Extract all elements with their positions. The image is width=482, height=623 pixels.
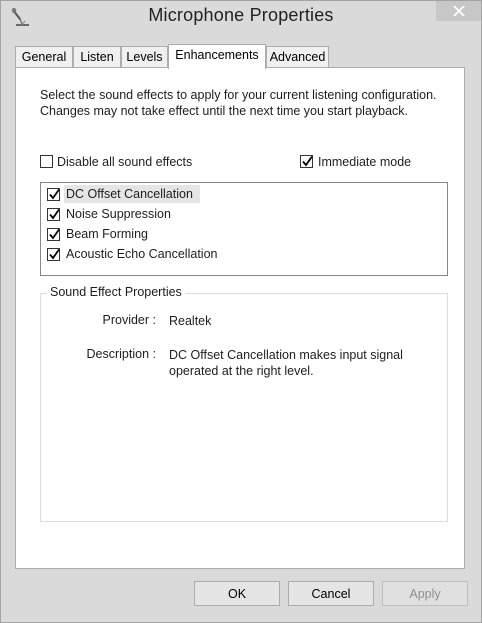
apply-button[interactable]: Apply — [382, 581, 468, 606]
effect-checkbox[interactable] — [47, 248, 60, 261]
title-bar[interactable]: Microphone Properties — [1, 1, 481, 33]
tab-listen[interactable]: Listen — [73, 46, 121, 67]
list-item[interactable]: DC Offset Cancellation — [45, 185, 445, 203]
tab-enhancements[interactable]: Enhancements — [168, 44, 266, 69]
close-button[interactable] — [436, 1, 481, 21]
effect-label[interactable]: Beam Forming — [66, 227, 148, 241]
checkmark-icon — [49, 188, 60, 200]
checkmark-icon — [49, 208, 60, 220]
provider-value: Realtek — [169, 314, 212, 328]
enhancements-panel: Select the sound effects to apply for yo… — [15, 67, 465, 569]
provider-label: Provider : — [102, 313, 157, 327]
cancel-button[interactable]: Cancel — [288, 581, 374, 606]
tab-general[interactable]: General — [15, 46, 73, 67]
list-item[interactable]: Noise Suppression — [45, 205, 445, 223]
immediate-mode-checkbox[interactable] — [300, 155, 313, 168]
effect-checkbox[interactable] — [47, 208, 60, 221]
ok-button[interactable]: OK — [194, 581, 280, 606]
immediate-mode-label[interactable]: Immediate mode — [318, 155, 411, 169]
checkmark-icon — [49, 228, 60, 240]
effect-label[interactable]: Acoustic Echo Cancellation — [66, 247, 217, 261]
tab-levels[interactable]: Levels — [121, 46, 168, 67]
effect-label[interactable]: Noise Suppression — [66, 207, 171, 221]
dialog-window: Microphone Properties General Listen Lev… — [0, 0, 482, 623]
effect-checkbox[interactable] — [47, 188, 60, 201]
checkmark-icon — [302, 155, 313, 167]
window-title: Microphone Properties — [148, 5, 334, 25]
instructions-text: Select the sound effects to apply for yo… — [40, 88, 437, 118]
sound-effect-properties-group: Sound Effect Properties Provider : Realt… — [40, 285, 448, 522]
checkmark-icon — [49, 248, 60, 260]
description-label: Description : — [86, 347, 156, 361]
list-item[interactable]: Beam Forming — [45, 225, 445, 243]
close-icon — [452, 6, 465, 16]
description-value: DC Offset Cancellation makes input signa… — [169, 348, 403, 378]
effect-label[interactable]: DC Offset Cancellation — [66, 187, 193, 201]
disable-all-checkbox[interactable] — [40, 155, 53, 168]
group-title: Sound Effect Properties — [47, 285, 185, 299]
list-item[interactable]: Acoustic Echo Cancellation — [45, 245, 445, 263]
disable-all-label[interactable]: Disable all sound effects — [57, 155, 192, 169]
sound-effects-list[interactable]: DC Offset Cancellation Noise Suppression… — [40, 182, 448, 276]
tab-advanced[interactable]: Advanced — [266, 46, 329, 67]
effect-checkbox[interactable] — [47, 228, 60, 241]
